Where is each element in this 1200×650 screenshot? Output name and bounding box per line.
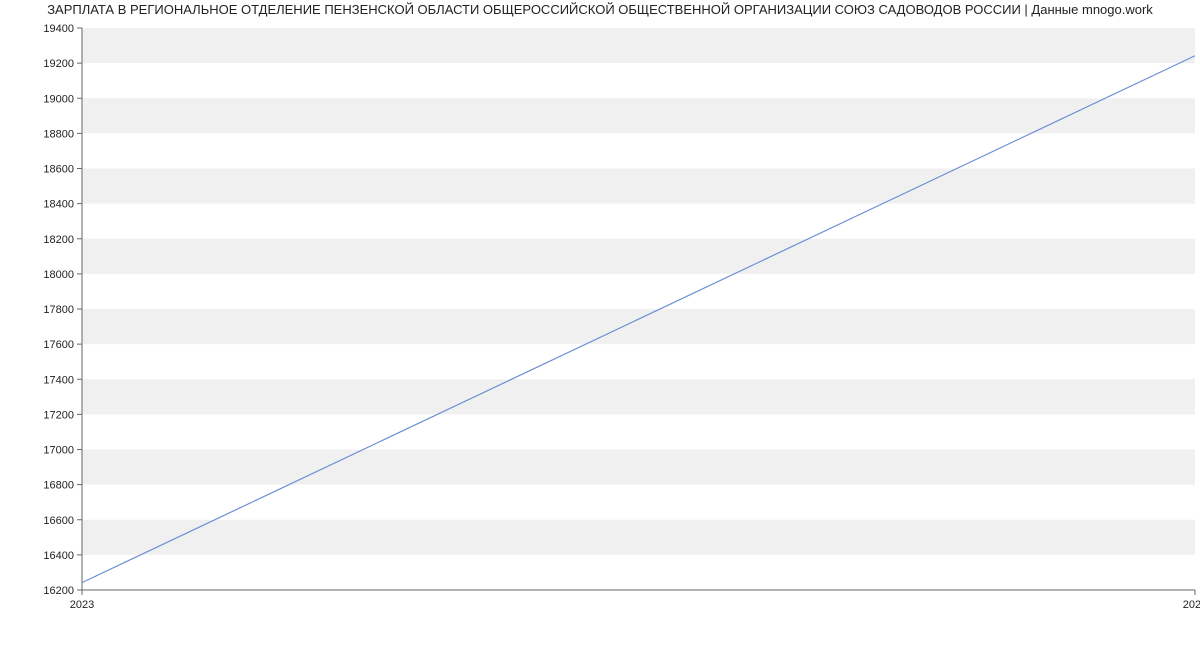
line-chart: 16200 16400 16600 16800 17000 17200 17400 17600… [0,0,1200,650]
y-tick-label: 17200 [43,409,74,421]
grid-band [82,239,1195,274]
grid-band [82,309,1195,344]
y-tick-label: 18200 [43,234,74,246]
y-tick-label: 19400 [43,23,74,35]
y-tick-label: 17600 [43,339,74,351]
grid-band [82,450,1195,485]
grid-band [82,98,1195,133]
grid-band [82,169,1195,204]
y-tick-label: 18800 [43,128,74,140]
y-tick-label: 18000 [43,269,74,281]
y-tick-label: 16600 [43,515,74,527]
y-tick-label: 19000 [43,93,74,105]
y-tick-label: 18400 [43,199,74,211]
grid-band [82,520,1195,555]
grid-band [82,379,1195,414]
y-tick-label: 19200 [43,58,74,70]
y-tick-label: 17000 [43,445,74,457]
x-tick-label: 2024 [1183,599,1200,611]
y-tick-label: 18600 [43,164,74,176]
y-tick-label: 16800 [43,480,74,492]
grid-band [82,28,1195,63]
y-tick-label: 17400 [43,374,74,386]
y-tick-label: 16400 [43,550,74,562]
y-tick-label: 16200 [43,585,74,597]
y-tick-label: 17800 [43,304,74,316]
x-tick-label: 2023 [70,599,94,611]
